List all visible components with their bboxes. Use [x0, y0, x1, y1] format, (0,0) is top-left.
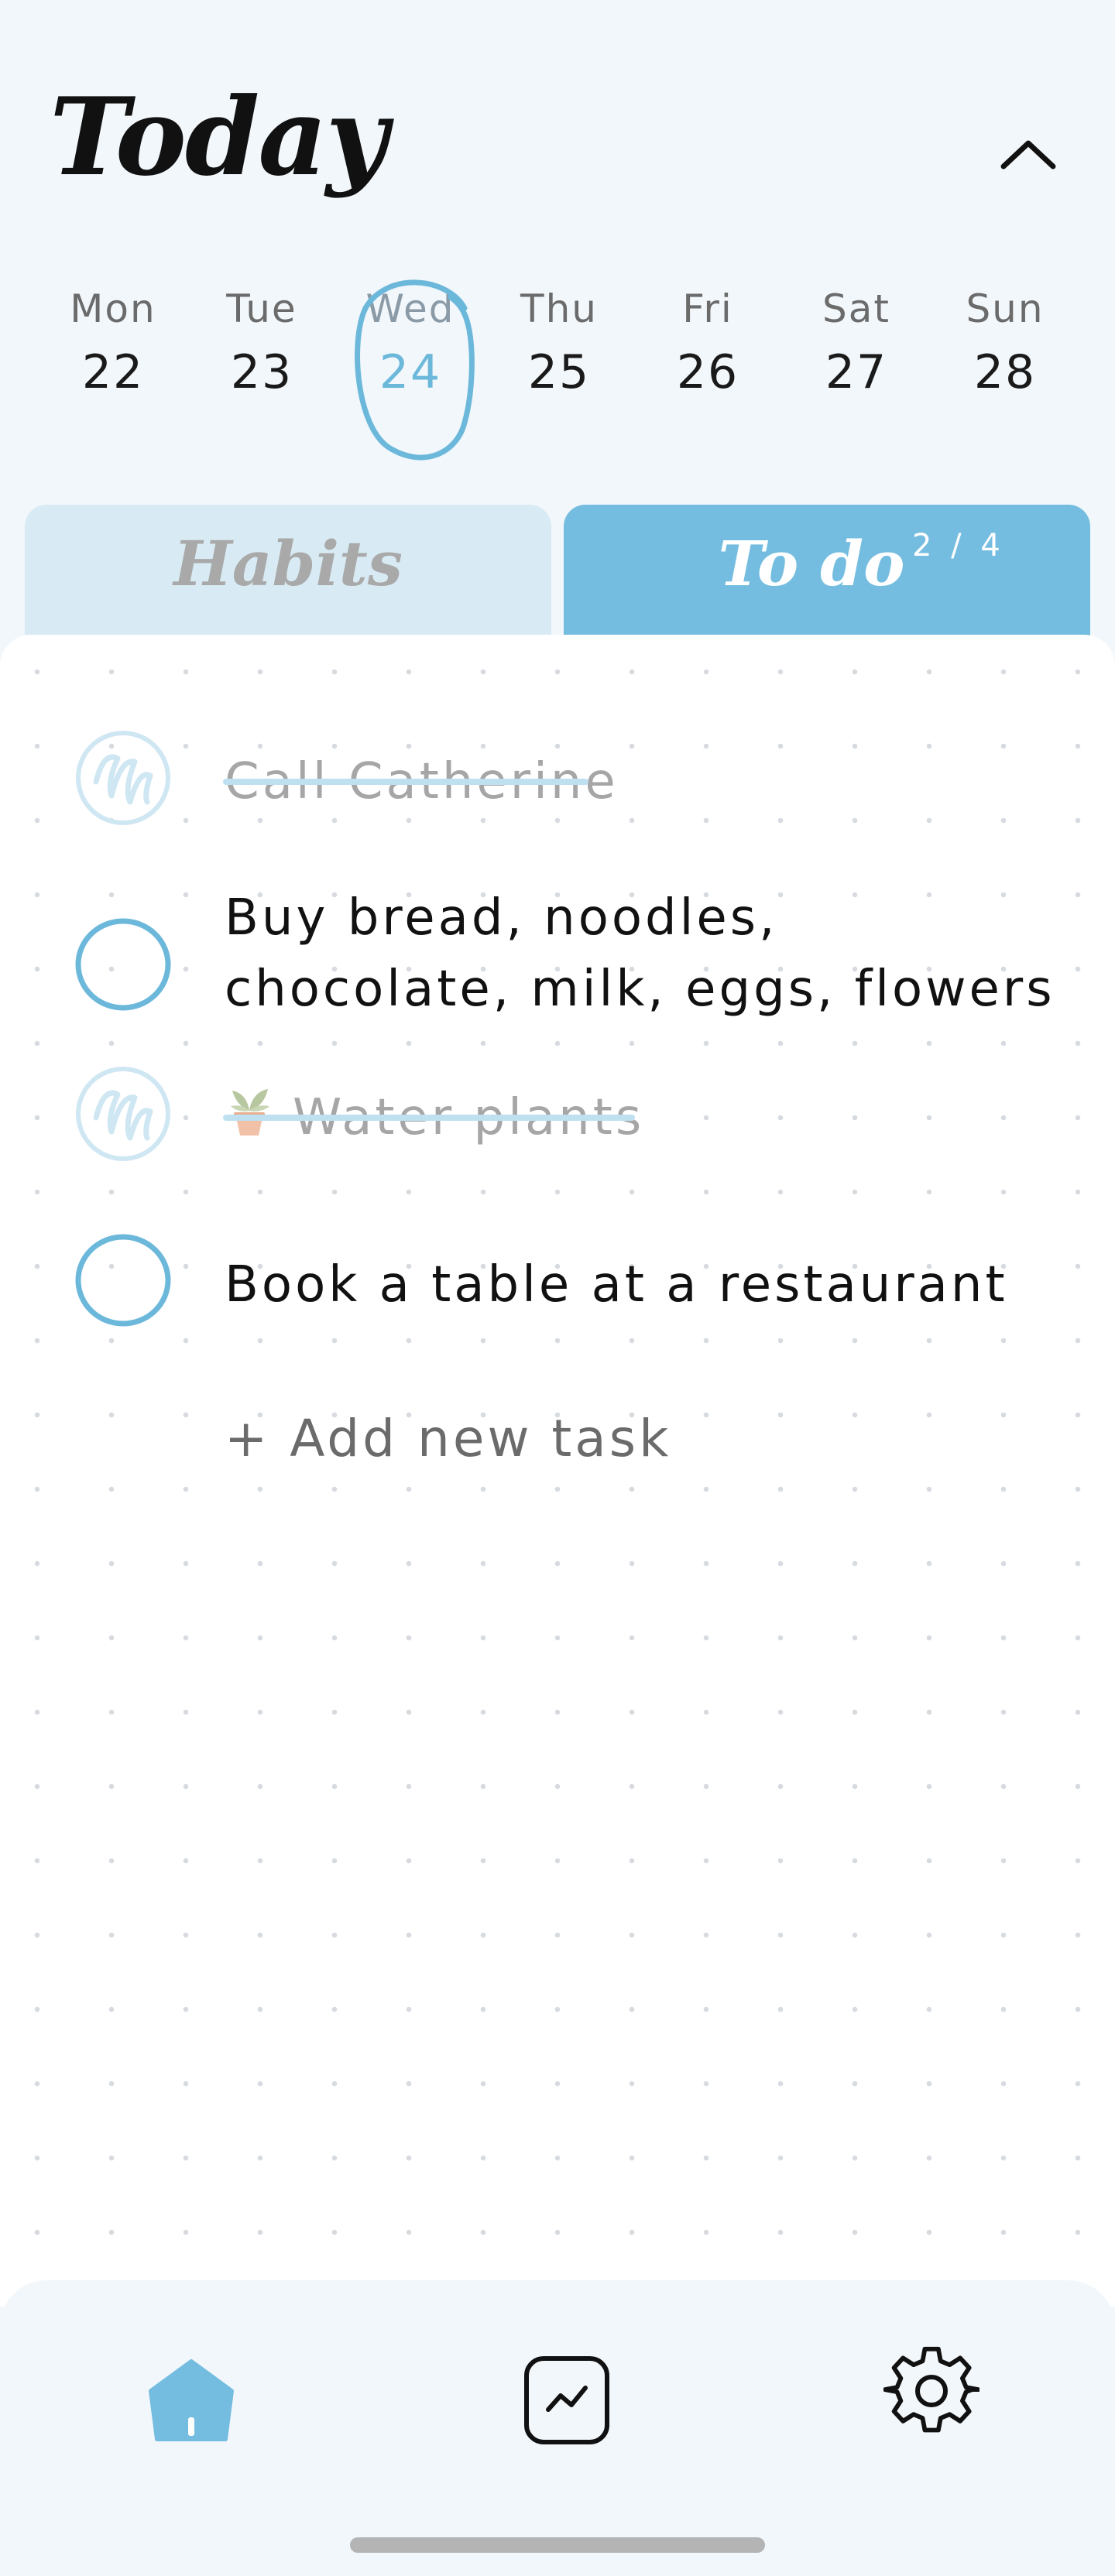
day-name: Sat — [822, 286, 890, 331]
todo-count-badge: 2 / 4 — [912, 528, 1005, 564]
day-fri[interactable]: Fri 26 — [646, 279, 770, 464]
task-item: Water plants — [0, 1064, 1115, 1172]
day-name: Wed — [365, 286, 455, 331]
day-name: Tue — [226, 286, 297, 331]
day-date: 25 — [527, 345, 591, 399]
tab-habits[interactable]: Habits — [25, 505, 551, 644]
page-title: Today — [50, 74, 388, 200]
unchecked-circle-icon[interactable] — [73, 1231, 173, 1331]
task-item: Book a table at a restaurant — [0, 1231, 1115, 1339]
collapse-button[interactable] — [991, 124, 1065, 183]
tab-todo[interactable]: To do 2 / 4 — [564, 505, 1090, 644]
unchecked-circle-icon[interactable] — [73, 913, 173, 1014]
nav-stats-button[interactable] — [509, 2342, 625, 2458]
day-date: 23 — [230, 345, 293, 399]
task-text: Water plants — [293, 1089, 645, 1146]
task-text[interactable]: Call Catherine — [225, 746, 1061, 817]
week-strip: Mon 22 Tue 23 Wed 24 Thu 25 Fri 26 Sat 2… — [0, 279, 1115, 464]
checked-scribble-icon[interactable] — [73, 728, 173, 828]
home-indicator-bar[interactable] — [350, 2537, 765, 2553]
bottom-nav — [0, 2280, 1115, 2576]
day-name: Thu — [520, 286, 598, 331]
day-sat[interactable]: Sat 27 — [794, 279, 918, 464]
app-screen: Today Mon 22 Tue 23 Wed 24 Thu 25 Fri 26 — [0, 0, 1115, 2576]
day-date: 24 — [379, 345, 442, 399]
chevron-up-icon — [1000, 140, 1056, 170]
checked-scribble-icon[interactable] — [73, 1064, 173, 1164]
day-tue[interactable]: Tue 23 — [200, 279, 324, 464]
stats-chart-icon — [524, 2356, 609, 2444]
tab-habits-label: Habits — [173, 527, 403, 600]
day-date: 22 — [81, 345, 145, 399]
task-text[interactable]: Book a table at a restaurant — [225, 1249, 1061, 1321]
day-wed-selected[interactable]: Wed 24 — [348, 279, 475, 464]
task-text-row[interactable]: Water plants — [225, 1082, 1061, 1153]
day-name: Fri — [682, 286, 733, 331]
potted-plant-icon — [231, 1089, 269, 1136]
day-name: Sun — [966, 286, 1045, 331]
day-date: 26 — [676, 345, 739, 399]
day-mon[interactable]: Mon 22 — [51, 279, 175, 464]
task-item: Call Catherine — [0, 728, 1115, 836]
nav-settings-button[interactable] — [873, 2333, 990, 2449]
todo-list-card: Call Catherine Buy bread, noodles, choco… — [0, 635, 1115, 2307]
settings-gear-icon — [883, 2346, 979, 2433]
day-date: 27 — [825, 345, 888, 399]
task-text[interactable]: Buy bread, noodles, chocolate, milk, egg… — [225, 882, 1061, 1025]
day-name: Mon — [70, 286, 156, 331]
nav-home-button[interactable] — [133, 2342, 249, 2458]
day-date: 28 — [973, 345, 1037, 399]
task-item: Buy bread, noodles, chocolate, milk, egg… — [0, 882, 1115, 1037]
home-icon — [149, 2359, 234, 2441]
day-thu[interactable]: Thu 25 — [497, 279, 621, 464]
add-new-task-button[interactable]: + Add new task — [225, 1409, 671, 1468]
day-sun[interactable]: Sun 28 — [943, 279, 1067, 464]
